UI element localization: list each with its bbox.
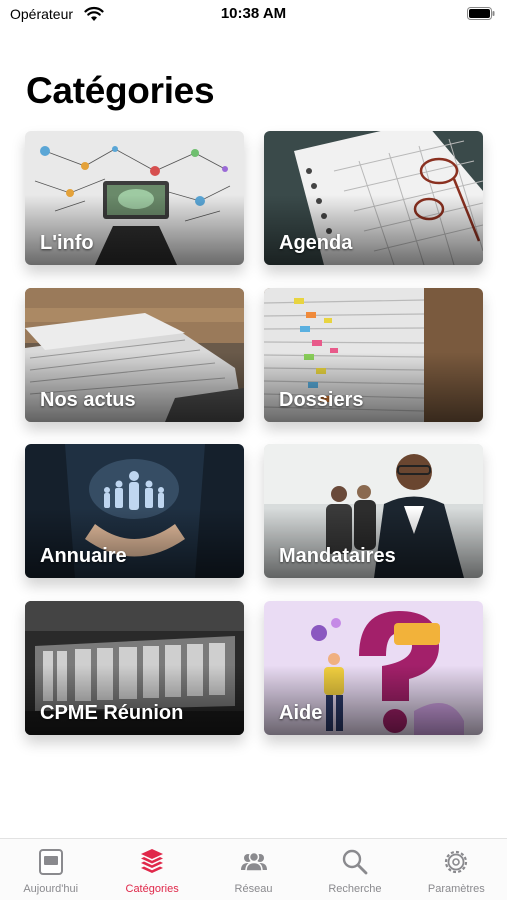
people-icon xyxy=(239,847,269,877)
tab-categories[interactable]: Catégories xyxy=(101,839,202,900)
category-tile-aide[interactable]: Aide xyxy=(264,601,483,735)
category-tile-dossiers[interactable]: Dossiers xyxy=(264,288,483,422)
category-tile-nos-actus[interactable]: Nos actus xyxy=(25,288,244,422)
today-icon xyxy=(36,847,66,877)
tab-bar: Aujourd'hui Catégories Réseau Recherche … xyxy=(0,838,507,900)
category-label: Aide xyxy=(279,702,323,724)
search-icon xyxy=(340,847,370,877)
tab-label: Recherche xyxy=(328,883,382,895)
tab-network[interactable]: Réseau xyxy=(203,839,304,900)
gear-icon xyxy=(441,847,471,877)
category-label: Dossiers xyxy=(279,389,364,411)
category-tile-annuaire[interactable]: Annuaire xyxy=(25,444,244,578)
category-tile-agenda[interactable]: Agenda xyxy=(264,131,483,265)
category-label: Nos actus xyxy=(40,389,136,411)
category-tile-cpme-reunion[interactable]: CPME Réunion xyxy=(25,601,244,735)
clock: 10:38 AM xyxy=(220,5,287,22)
tab-search[interactable]: Recherche xyxy=(304,839,405,900)
layers-icon xyxy=(137,847,167,877)
category-label: Mandataires xyxy=(279,545,396,567)
tab-label: Catégories xyxy=(125,883,179,895)
tab-label: Réseau xyxy=(234,883,273,895)
category-label: L'info xyxy=(40,232,94,254)
category-tile-info[interactable]: L'info xyxy=(25,131,244,265)
category-label: CPME Réunion xyxy=(40,702,184,724)
category-label: Agenda xyxy=(279,232,353,254)
battery-icon xyxy=(467,7,495,20)
category-grid: L'info Agenda Nos actus Dossiers Annuair… xyxy=(25,131,483,736)
category-tile-mandataires[interactable]: Mandataires xyxy=(264,444,483,578)
category-label: Annuaire xyxy=(40,545,127,567)
page-title: Catégories xyxy=(26,70,215,111)
tab-label: Paramètres xyxy=(427,883,485,895)
tab-settings[interactable]: Paramètres xyxy=(406,839,507,900)
status-bar: Opérateur 10:38 AM xyxy=(0,0,507,30)
tab-label: Aujourd'hui xyxy=(23,883,79,895)
tab-today[interactable]: Aujourd'hui xyxy=(0,839,101,900)
